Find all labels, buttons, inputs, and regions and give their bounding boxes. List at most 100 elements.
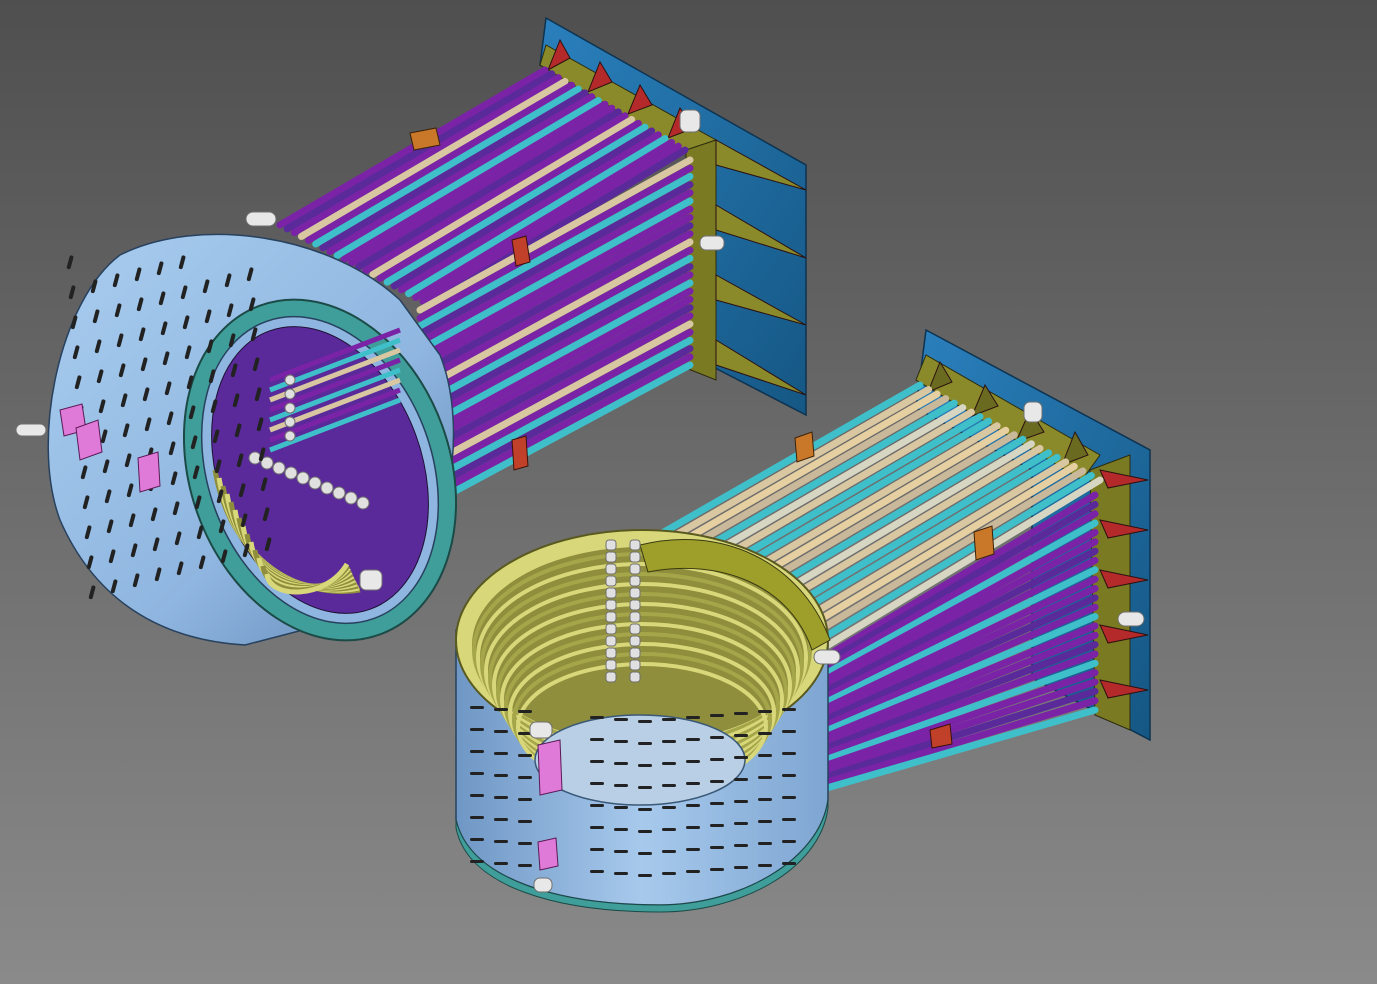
insulator [605, 551, 617, 563]
vent-slot [782, 730, 796, 733]
terminal-2d [1023, 401, 1043, 423]
vent-slot [734, 756, 748, 759]
vent-slot [734, 734, 748, 737]
vent-slot [470, 794, 484, 797]
insulator [605, 599, 617, 611]
vent-slot [710, 758, 724, 761]
vent-slot [686, 804, 700, 807]
vent-slot [734, 800, 748, 803]
insulator [284, 416, 296, 428]
insulator [629, 539, 641, 551]
vent-slot [686, 738, 700, 741]
vent-slot [590, 738, 604, 741]
vent-slot [470, 838, 484, 841]
vent-slot [782, 752, 796, 755]
lift-lug-1c [511, 435, 529, 471]
model-canvas[interactable] [0, 0, 1377, 984]
vent-slot [710, 736, 724, 739]
vent-slot [734, 778, 748, 781]
vent-slot [662, 828, 676, 831]
vent-slot [614, 718, 628, 721]
insulator [296, 471, 310, 485]
vent-slot [470, 728, 484, 731]
vent-slot [782, 774, 796, 777]
terminal-1d [679, 109, 701, 133]
insulator [605, 575, 617, 587]
vent-slot [710, 714, 724, 717]
insulator [284, 388, 296, 400]
insulator [605, 623, 617, 635]
vent-slot [782, 708, 796, 711]
vent-slot [494, 774, 508, 777]
vent-slot [638, 764, 652, 767]
vent-slot [494, 708, 508, 711]
vent-slot [638, 786, 652, 789]
insulator [629, 551, 641, 563]
insulator [605, 635, 617, 647]
vent-slot [518, 820, 532, 823]
vent-slot [614, 850, 628, 853]
vent-slot [758, 842, 772, 845]
clip-2b [537, 837, 559, 871]
vent-slot [470, 750, 484, 753]
vent-slot [494, 862, 508, 865]
vent-slot [638, 808, 652, 811]
vent-slot [494, 752, 508, 755]
insulator [320, 481, 334, 495]
insulator [629, 587, 641, 599]
insulator [356, 496, 370, 510]
vent-slot [758, 710, 772, 713]
vent-slot [638, 830, 652, 833]
vent-slot [734, 844, 748, 847]
vent-slot [638, 720, 652, 723]
vent-slot [758, 798, 772, 801]
vent-slot [710, 846, 724, 849]
insulator [605, 611, 617, 623]
vent-slot [782, 818, 796, 821]
vent-slot [518, 710, 532, 713]
vent-slot [590, 782, 604, 785]
vent-slot [518, 754, 532, 757]
vent-slot [758, 864, 772, 867]
vent-slot [662, 806, 676, 809]
vent-slot [686, 716, 700, 719]
vent-slot [734, 712, 748, 715]
insulator [629, 647, 641, 659]
vent-slot [494, 818, 508, 821]
terminal-1a [15, 423, 47, 437]
cad-3d-viewport[interactable] [0, 0, 1377, 984]
vent-slot [734, 822, 748, 825]
terminal-2b [533, 877, 553, 893]
vent-slot [782, 862, 796, 865]
vent-slot [494, 730, 508, 733]
vent-slot [590, 826, 604, 829]
vent-slot [782, 796, 796, 799]
vent-slot [590, 716, 604, 719]
insulator [629, 635, 641, 647]
vent-slot [494, 796, 508, 799]
insulator [605, 587, 617, 599]
vent-slot [782, 840, 796, 843]
insulator [605, 671, 617, 683]
vent-slot [758, 754, 772, 757]
vent-slot [710, 802, 724, 805]
insulator [284, 402, 296, 414]
terminal-1c [359, 569, 383, 591]
insulator [284, 374, 296, 386]
insulator [629, 611, 641, 623]
insulator [605, 539, 617, 551]
insulator [629, 659, 641, 671]
vent-slot [614, 872, 628, 875]
vent-slot [470, 706, 484, 709]
insulator [629, 575, 641, 587]
vent-slot [590, 804, 604, 807]
vent-slot [662, 850, 676, 853]
vent-slot [590, 760, 604, 763]
vent-slot [662, 718, 676, 721]
insulator [629, 671, 641, 683]
terminal-2e [529, 721, 553, 739]
insulator [605, 563, 617, 575]
vent-slot [686, 826, 700, 829]
insulator [605, 647, 617, 659]
vent-slot [614, 762, 628, 765]
